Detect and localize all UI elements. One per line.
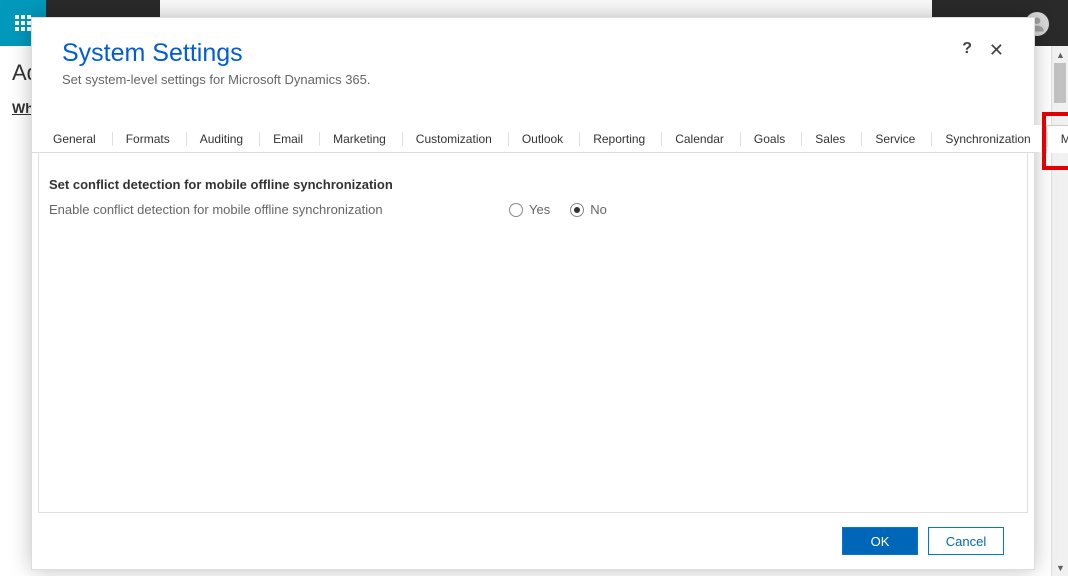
tab-formats[interactable]: Formats — [111, 125, 185, 152]
tab-goals[interactable]: Goals — [739, 125, 800, 152]
radio-circle-icon — [509, 203, 523, 217]
radio-no-label: No — [590, 202, 607, 217]
close-button[interactable]: ✕ — [989, 40, 1004, 61]
tab-bar: General Formats Auditing Email Marketing… — [32, 125, 1034, 153]
tab-customization[interactable]: Customization — [401, 125, 507, 152]
tab-general[interactable]: General — [38, 125, 111, 152]
section-heading: Set conflict detection for mobile offlin… — [49, 177, 1017, 192]
tab-email[interactable]: Email — [258, 125, 318, 152]
radio-yes[interactable]: Yes — [509, 202, 550, 217]
scroll-down-arrow-icon[interactable]: ▼ — [1052, 559, 1068, 576]
ok-button[interactable]: OK — [842, 527, 918, 555]
dialog-footer: OK Cancel — [32, 513, 1034, 569]
radio-yes-label: Yes — [529, 202, 550, 217]
radio-circle-checked-icon — [570, 203, 584, 217]
tab-outlook[interactable]: Outlook — [507, 125, 578, 152]
setting-label: Enable conflict detection for mobile off… — [49, 202, 509, 217]
tab-content-mobile-client: Set conflict detection for mobile offlin… — [38, 153, 1028, 513]
tab-marketing[interactable]: Marketing — [318, 125, 401, 152]
tab-mobile-client[interactable]: Mobile Client — [1046, 125, 1068, 153]
cancel-button[interactable]: Cancel — [928, 527, 1004, 555]
dialog-subtitle: Set system-level settings for Microsoft … — [62, 72, 1004, 87]
tab-service[interactable]: Service — [860, 125, 930, 152]
scroll-up-arrow-icon[interactable]: ▲ — [1052, 46, 1068, 63]
dialog-header: System Settings Set system-level setting… — [32, 18, 1034, 97]
help-button[interactable]: ? — [962, 40, 972, 58]
tab-reporting[interactable]: Reporting — [578, 125, 660, 152]
tab-synchronization[interactable]: Synchronization — [930, 125, 1045, 152]
dialog-title: System Settings — [62, 38, 1004, 68]
tab-auditing[interactable]: Auditing — [185, 125, 258, 152]
setting-row-conflict-detection: Enable conflict detection for mobile off… — [49, 202, 1017, 217]
scroll-thumb[interactable] — [1054, 63, 1066, 103]
system-settings-dialog: System Settings Set system-level setting… — [31, 17, 1035, 570]
waffle-icon — [15, 15, 31, 31]
tab-sales[interactable]: Sales — [800, 125, 860, 152]
radio-no[interactable]: No — [570, 202, 607, 217]
radio-group-conflict-detection: Yes No — [509, 202, 607, 217]
tab-mobile-client-label: Mobile Client — [1061, 132, 1068, 146]
tab-calendar[interactable]: Calendar — [660, 125, 739, 152]
